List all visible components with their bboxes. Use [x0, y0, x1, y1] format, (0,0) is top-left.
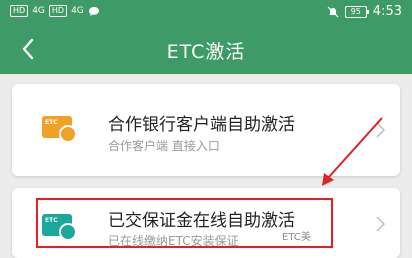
hd-badge: HD: [48, 5, 68, 17]
status-right: 95 4:53: [327, 4, 402, 19]
status-bar: HD 4G HD 4G 95 4:53: [0, 0, 412, 24]
clock: 4:53: [372, 4, 402, 19]
etc-icon-label: ETC: [45, 119, 58, 126]
watermark: ETC美: [282, 232, 311, 243]
signal-icon: 4G: [71, 6, 84, 16]
chevron-right-icon: [376, 216, 386, 232]
option-title: 合作银行客户端自助激活: [108, 115, 295, 135]
chat-icon: [88, 6, 99, 16]
page-title: ETC激活: [166, 41, 246, 63]
tap-hand-icon: [59, 125, 77, 143]
signal-group: HD 4G HD 4G: [10, 5, 100, 17]
mute-icon: [327, 6, 339, 17]
signal-icon: 4G: [32, 6, 45, 16]
title-bar: ETC激活: [0, 24, 412, 74]
hd-badge: HD: [10, 5, 29, 17]
option-subtitle: 合作客户端 直接入口: [108, 139, 220, 153]
etc-card-icon: ETC: [42, 116, 77, 143]
battery-icon: 95: [344, 5, 369, 18]
annotation-arrow-icon: [322, 117, 383, 186]
